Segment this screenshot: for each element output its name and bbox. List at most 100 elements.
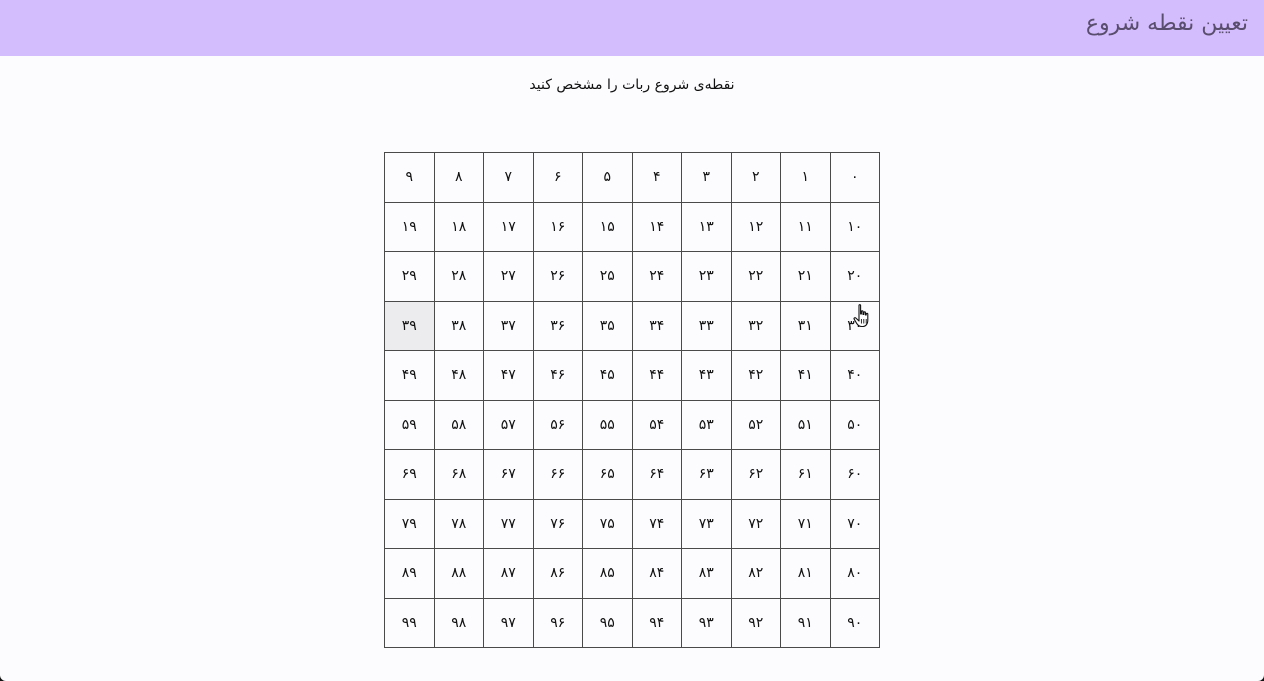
grid-cell[interactable]: ۶ <box>533 153 583 203</box>
grid-cell[interactable]: ۶۵ <box>583 450 633 500</box>
grid-cell[interactable]: ۸ <box>434 153 484 203</box>
grid-cell[interactable]: ۴۵ <box>583 351 633 401</box>
grid-cell[interactable]: ۳۶ <box>533 301 583 351</box>
grid-cell[interactable]: ۱۹ <box>385 202 435 252</box>
grid-cell[interactable]: ۲۰ <box>830 252 880 302</box>
grid-cell[interactable]: ۹۹ <box>385 598 435 648</box>
grid-cell[interactable]: ۷۹ <box>385 499 435 549</box>
grid-cell[interactable]: ۳۰ <box>830 301 880 351</box>
grid-cell[interactable]: ۰ <box>830 153 880 203</box>
grid-cell[interactable]: ۹۴ <box>632 598 682 648</box>
grid-cell[interactable]: ۱۴ <box>632 202 682 252</box>
grid-cell[interactable]: ۵۰ <box>830 400 880 450</box>
grid-cell[interactable]: ۳۳ <box>682 301 732 351</box>
grid-cell[interactable]: ۶۳ <box>682 450 732 500</box>
grid-cell[interactable]: ۱۷ <box>484 202 534 252</box>
grid-cell[interactable]: ۸۵ <box>583 549 633 599</box>
grid-cell[interactable]: ۹۷ <box>484 598 534 648</box>
grid-cell[interactable]: ۹۱ <box>781 598 831 648</box>
grid-cell[interactable]: ۷۳ <box>682 499 732 549</box>
grid-cell[interactable]: ۸۹ <box>385 549 435 599</box>
grid-cell[interactable]: ۳۹ <box>385 301 435 351</box>
grid-cell[interactable]: ۱۱ <box>781 202 831 252</box>
grid-cell[interactable]: ۸۶ <box>533 549 583 599</box>
grid-cell[interactable]: ۲۴ <box>632 252 682 302</box>
grid-cell[interactable]: ۹۰ <box>830 598 880 648</box>
grid-cell[interactable]: ۶۲ <box>731 450 781 500</box>
grid-cell[interactable]: ۵۲ <box>731 400 781 450</box>
grid-cell[interactable]: ۹۲ <box>731 598 781 648</box>
grid-cell[interactable]: ۷۶ <box>533 499 583 549</box>
grid-cell[interactable]: ۴۸ <box>434 351 484 401</box>
grid-cell[interactable]: ۴۰ <box>830 351 880 401</box>
grid-cell[interactable]: ۵۸ <box>434 400 484 450</box>
grid-cell[interactable]: ۴۱ <box>781 351 831 401</box>
grid-cell[interactable]: ۴ <box>632 153 682 203</box>
grid-cell[interactable]: ۳۷ <box>484 301 534 351</box>
grid-cell[interactable]: ۲۵ <box>583 252 633 302</box>
grid-cell[interactable]: ۵۷ <box>484 400 534 450</box>
grid-cell[interactable]: ۸۰ <box>830 549 880 599</box>
grid-cell[interactable]: ۳۸ <box>434 301 484 351</box>
grid-cell[interactable]: ۳۴ <box>632 301 682 351</box>
grid-cell[interactable]: ۱۰ <box>830 202 880 252</box>
grid-cell[interactable]: ۹ <box>385 153 435 203</box>
grid-cell[interactable]: ۶۹ <box>385 450 435 500</box>
grid-cell[interactable]: ۲۶ <box>533 252 583 302</box>
grid-cell[interactable]: ۲۳ <box>682 252 732 302</box>
grid-cell[interactable]: ۴۳ <box>682 351 732 401</box>
grid-cell[interactable]: ۷۰ <box>830 499 880 549</box>
grid-cell[interactable]: ۷۷ <box>484 499 534 549</box>
grid-cell[interactable]: ۷۴ <box>632 499 682 549</box>
grid-cell[interactable]: ۵۵ <box>583 400 633 450</box>
grid-cell[interactable]: ۶۸ <box>434 450 484 500</box>
grid-cell[interactable]: ۸۷ <box>484 549 534 599</box>
grid-cell[interactable]: ۴۴ <box>632 351 682 401</box>
grid-cell[interactable]: ۱۸ <box>434 202 484 252</box>
grid-cell[interactable]: ۱۳ <box>682 202 732 252</box>
grid-cell[interactable]: ۵۳ <box>682 400 732 450</box>
grid-cell[interactable]: ۲۲ <box>731 252 781 302</box>
grid-cell[interactable]: ۹۶ <box>533 598 583 648</box>
grid-cell[interactable]: ۸۴ <box>632 549 682 599</box>
grid-cell[interactable]: ۱۲ <box>731 202 781 252</box>
grid-cell[interactable]: ۶۱ <box>781 450 831 500</box>
grid-cell[interactable]: ۹۵ <box>583 598 633 648</box>
grid-cell[interactable]: ۶۶ <box>533 450 583 500</box>
grid-cell[interactable]: ۳ <box>682 153 732 203</box>
grid-cell[interactable]: ۷۱ <box>781 499 831 549</box>
grid-cell[interactable]: ۳۱ <box>781 301 831 351</box>
grid-cell[interactable]: ۵۶ <box>533 400 583 450</box>
grid-cell[interactable]: ۷ <box>484 153 534 203</box>
grid-cell[interactable]: ۲۸ <box>434 252 484 302</box>
grid-cell[interactable]: ۲۷ <box>484 252 534 302</box>
grid-cell[interactable]: ۶۰ <box>830 450 880 500</box>
grid-cell[interactable]: ۲۱ <box>781 252 831 302</box>
grid-cell[interactable]: ۵۱ <box>781 400 831 450</box>
grid-cell[interactable]: ۳۵ <box>583 301 633 351</box>
grid-cell[interactable]: ۶۴ <box>632 450 682 500</box>
grid-cell[interactable]: ۴۹ <box>385 351 435 401</box>
grid-cell[interactable]: ۸۱ <box>781 549 831 599</box>
grid-cell[interactable]: ۴۷ <box>484 351 534 401</box>
grid-cell[interactable]: ۱۵ <box>583 202 633 252</box>
grid-cell[interactable]: ۱ <box>781 153 831 203</box>
grid-cell[interactable]: ۶۷ <box>484 450 534 500</box>
grid-cell[interactable]: ۸۸ <box>434 549 484 599</box>
grid-cell[interactable]: ۲ <box>731 153 781 203</box>
grid-cell[interactable]: ۸۲ <box>731 549 781 599</box>
grid-cell[interactable]: ۹۸ <box>434 598 484 648</box>
grid-cell[interactable]: ۸۳ <box>682 549 732 599</box>
grid-cell[interactable]: ۷۲ <box>731 499 781 549</box>
grid-cell[interactable]: ۵۹ <box>385 400 435 450</box>
grid-cell[interactable]: ۹۳ <box>682 598 732 648</box>
grid-cell[interactable]: ۵۴ <box>632 400 682 450</box>
grid-cell[interactable]: ۴۶ <box>533 351 583 401</box>
grid-cell[interactable]: ۱۶ <box>533 202 583 252</box>
grid-cell[interactable]: ۵ <box>583 153 633 203</box>
grid-cell[interactable]: ۴۲ <box>731 351 781 401</box>
grid-cell[interactable]: ۷۸ <box>434 499 484 549</box>
grid-cell[interactable]: ۲۹ <box>385 252 435 302</box>
grid-cell[interactable]: ۳۲ <box>731 301 781 351</box>
grid-cell[interactable]: ۷۵ <box>583 499 633 549</box>
